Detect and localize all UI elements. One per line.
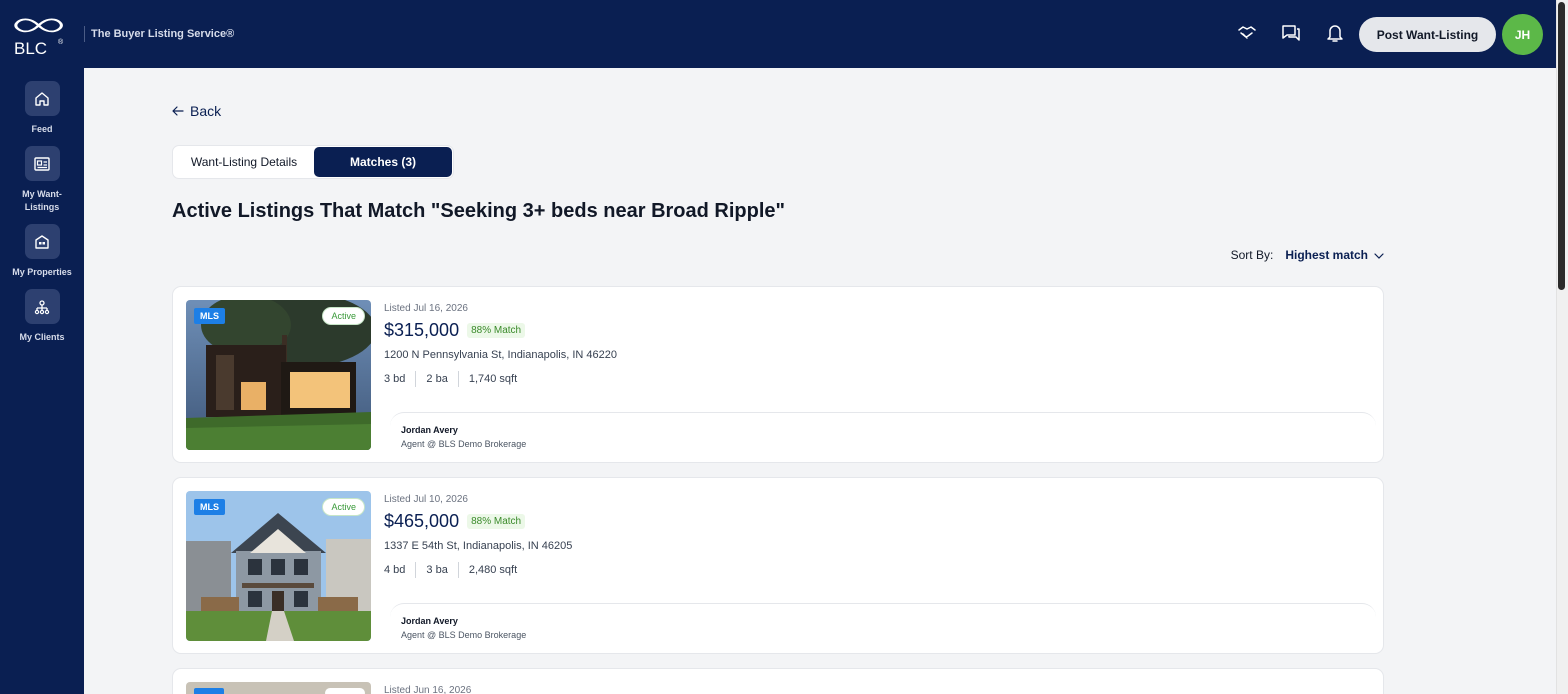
post-want-listing-button[interactable]: Post Want-Listing	[1359, 17, 1496, 52]
match-badge: 88% Match	[467, 323, 526, 338]
sqft: 2,480 sqft	[457, 562, 527, 578]
svg-text:®: ®	[58, 38, 64, 46]
sidebar-item-label: Feed	[31, 124, 53, 134]
listing-price: $315,000	[384, 320, 460, 340]
listing-card[interactable]: Listed Jun 16, 2026	[172, 668, 1384, 694]
listed-date: Listed Jun 16, 2026	[384, 685, 472, 694]
match-badge: 88% Match	[467, 514, 526, 529]
sort-dropdown[interactable]: Highest match	[1285, 248, 1384, 262]
sidebar-item-my-properties[interactable]: My Properties	[0, 224, 84, 279]
mls-badge	[194, 688, 224, 694]
sidebar-item-my-clients[interactable]: My Clients	[0, 289, 84, 344]
arrow-left-icon	[172, 103, 184, 119]
sidebar-item-label: My Properties	[12, 267, 72, 277]
mls-badge: MLS	[194, 308, 225, 324]
listed-date: Listed Jul 16, 2026	[384, 303, 468, 314]
listing-specs: 4 bd 3 ba 2,480 sqft	[384, 562, 1374, 578]
listing-photo[interactable]: MLS Active	[186, 300, 371, 450]
listed-date: Listed Jul 10, 2026	[384, 494, 468, 505]
sidebar-item-feed[interactable]: Feed	[0, 81, 84, 136]
blc-logo[interactable]: BLC ®	[10, 10, 70, 58]
tagline: The Buyer Listing Service®	[84, 26, 234, 42]
listing-address: 1337 E 54th St, Indianapolis, IN 46205	[384, 540, 573, 552]
agent-info[interactable]: Jordan Avery Agent @ BLS Demo Brokerage	[390, 412, 1376, 456]
agent-role: Agent @ BLS Demo Brokerage	[401, 630, 527, 640]
avatar[interactable]: JH	[1502, 14, 1543, 55]
beds: 4 bd	[384, 564, 406, 576]
listing-specs: 3 bd 2 ba 1,740 sqft	[384, 371, 1374, 387]
listing-price: $465,000	[384, 511, 460, 531]
sidebar-item-label: My Want-Listings	[22, 189, 62, 212]
chevron-down-icon	[1374, 248, 1384, 262]
sidebar-item-my-want-listings[interactable]: My Want-Listings	[0, 146, 84, 214]
sort-control: Sort By: Highest match	[1231, 248, 1384, 262]
status-badge: Active	[322, 307, 365, 325]
clients-icon	[24, 289, 60, 324]
beds: 3 bd	[384, 373, 406, 385]
sort-value: Highest match	[1285, 248, 1368, 262]
chat-icon[interactable]	[1280, 22, 1302, 44]
baths: 2 ba	[415, 371, 457, 387]
bell-icon[interactable]	[1324, 22, 1346, 44]
back-link[interactable]: Back	[172, 103, 221, 119]
mls-badge: MLS	[194, 499, 225, 515]
agent-info[interactable]: Jordan Avery Agent @ BLS Demo Brokerage	[390, 603, 1376, 647]
listing-address: 1200 N Pennsylvania St, Indianapolis, IN…	[384, 349, 617, 361]
sort-label: Sort By:	[1230, 248, 1274, 262]
top-bar: BLC ® The Buyer Listing Service® Post Wa…	[0, 0, 1556, 68]
listing-photo[interactable]: MLS Active	[186, 491, 371, 641]
page-title: Active Listings That Match "Seeking 3+ b…	[172, 200, 785, 222]
handshake-icon[interactable]	[1236, 22, 1258, 44]
baths: 3 ba	[415, 562, 457, 578]
sidebar-item-label: My Clients	[19, 332, 65, 342]
status-badge: Active	[322, 498, 365, 516]
tab-want-listing-details[interactable]: Want-Listing Details	[174, 147, 314, 177]
tab-bar: Want-Listing Details Matches (3)	[172, 145, 454, 179]
status-badge	[325, 688, 365, 694]
agent-name: Jordan Avery	[401, 425, 458, 435]
agent-role: Agent @ BLS Demo Brokerage	[401, 439, 527, 449]
property-icon	[24, 224, 60, 259]
listing-photo[interactable]	[186, 682, 371, 694]
agent-name: Jordan Avery	[401, 616, 458, 626]
sqft: 1,740 sqft	[457, 371, 527, 387]
sidebar: Feed My Want-Listings My Properties My C…	[0, 68, 84, 694]
tab-matches[interactable]: Matches (3)	[314, 147, 452, 177]
logo-text: BLC	[14, 39, 47, 58]
listing-icon	[24, 146, 60, 181]
scrollbar-thumb[interactable]	[1558, 2, 1565, 290]
back-label: Back	[190, 103, 222, 119]
listing-card[interactable]: MLS Active Listed Jul 10, 2026 $465,000 …	[172, 477, 1384, 654]
listing-card[interactable]: MLS Active Listed Jul 16, 2026 $315,000 …	[172, 286, 1384, 463]
home-icon	[24, 81, 60, 116]
